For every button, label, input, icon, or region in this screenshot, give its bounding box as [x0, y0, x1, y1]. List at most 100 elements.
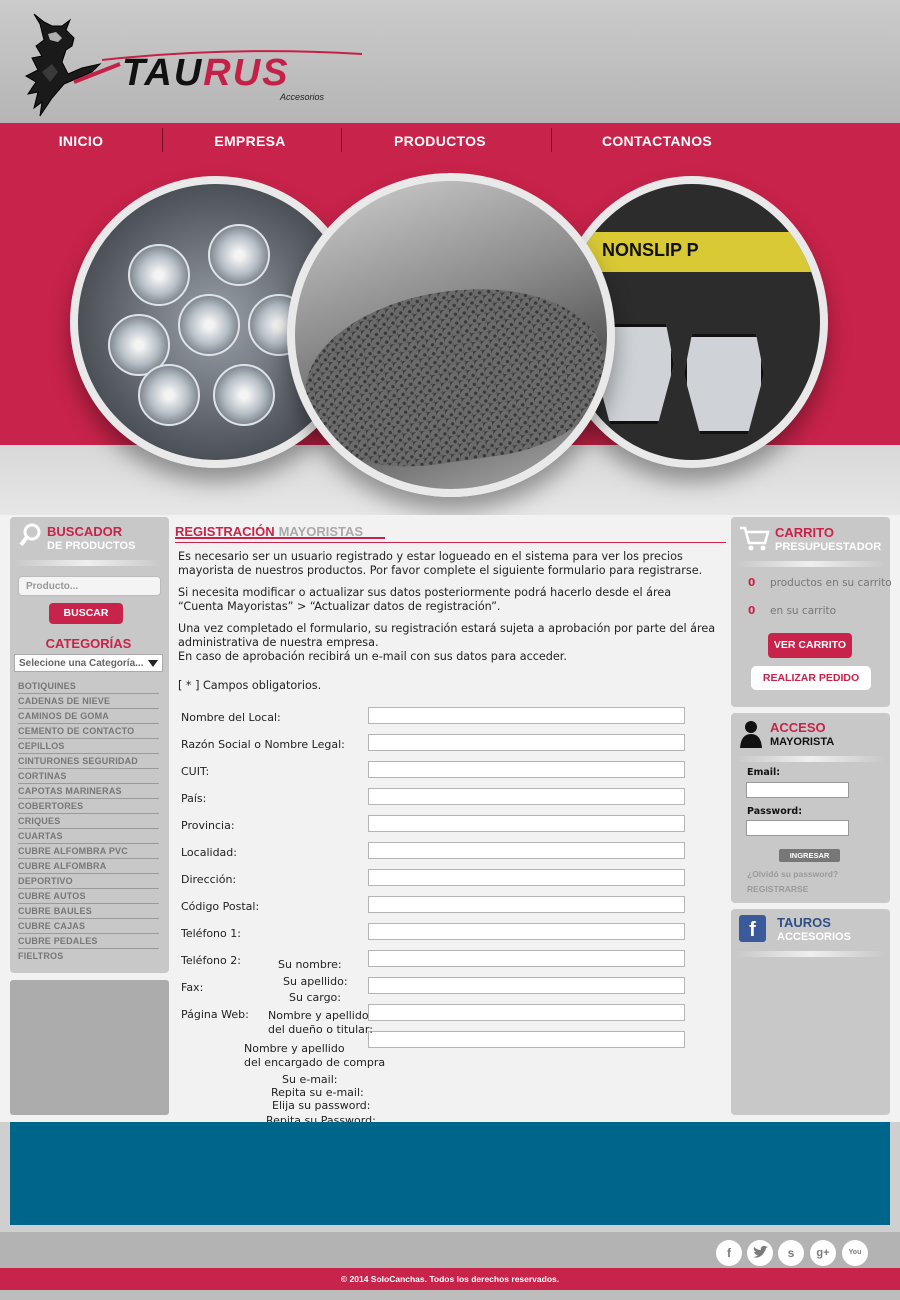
- email-paragraph: En caso de aprobación recibirá un e-mail…: [178, 650, 567, 663]
- main-nav: INICIO EMPRESA PRODUCTOS CONTACTANOS: [0, 123, 900, 157]
- category-item[interactable]: CUBRE AUTOS: [18, 889, 159, 904]
- divider: [12, 560, 162, 566]
- twitter-icon[interactable]: [747, 1240, 773, 1266]
- place-order-button[interactable]: REALIZAR PEDIDO: [751, 666, 871, 690]
- login-subtitle: MAYORISTA: [770, 736, 835, 748]
- category-item[interactable]: CAPOTAS MARINERAS: [18, 784, 159, 799]
- field-label: Fax:: [181, 981, 204, 994]
- text-input[interactable]: [368, 1031, 685, 1048]
- category-item[interactable]: DEPORTIVO: [18, 874, 159, 889]
- field-label: Nombre del Local:: [181, 711, 281, 724]
- category-item[interactable]: CINTURONES SEGURIDAD: [18, 754, 159, 769]
- facebook-icon[interactable]: f: [739, 915, 766, 942]
- divider: [735, 756, 885, 762]
- category-item[interactable]: CUBRE ALFOMBRA PVC: [18, 844, 159, 859]
- text-input[interactable]: [368, 815, 685, 832]
- facebook-icon[interactable]: f: [716, 1240, 742, 1266]
- text-input[interactable]: [368, 1004, 685, 1021]
- category-item[interactable]: CUBRE PEDALES: [18, 934, 159, 949]
- search-icon: [19, 523, 41, 547]
- text-input[interactable]: [368, 734, 685, 751]
- text-input[interactable]: [368, 842, 685, 859]
- google-plus-icon[interactable]: g+: [810, 1240, 836, 1266]
- register-link[interactable]: REGISTRARSE: [747, 884, 808, 894]
- view-cart-button[interactable]: VER CARRITO: [768, 633, 852, 658]
- cart-count: 0: [748, 577, 756, 589]
- cart-total: 0: [748, 605, 756, 617]
- nav-productos[interactable]: PRODUCTOS: [350, 123, 530, 157]
- login-password-input[interactable]: [746, 820, 849, 836]
- category-item[interactable]: CUBRE ALFOMBRA: [18, 859, 159, 874]
- category-item[interactable]: CRIQUES: [18, 814, 159, 829]
- login-submit-button[interactable]: INGRESAR: [779, 849, 840, 862]
- light-lens: [213, 364, 275, 426]
- category-item[interactable]: CEPILLOS: [18, 739, 159, 754]
- field-label: País:: [181, 792, 207, 805]
- category-item[interactable]: CORTINAS: [18, 769, 159, 784]
- category-item[interactable]: CEMENTO DE CONTACTO: [18, 724, 159, 739]
- login-title: ACCESO: [770, 720, 826, 735]
- nav-inicio[interactable]: INICIO: [20, 123, 142, 157]
- pedal-graphic: [684, 334, 764, 434]
- field-label: Código Postal:: [181, 900, 260, 913]
- extra-field-label: del encargado de compra: [244, 1056, 386, 1069]
- field-label: Razón Social o Nombre Legal:: [181, 738, 345, 751]
- chevron-down-icon: [148, 660, 158, 667]
- cart-count-label: productos en su carrito: [770, 577, 892, 589]
- product-label: NONSLIP P: [584, 232, 820, 272]
- category-item[interactable]: CUARTAS: [18, 829, 159, 844]
- title-rule: [175, 542, 726, 543]
- text-input[interactable]: [368, 788, 685, 805]
- divider: [735, 561, 885, 567]
- extra-field-label: Elija su password:: [272, 1099, 371, 1112]
- forgot-password-link[interactable]: ¿Olvidó su password?: [747, 869, 838, 879]
- extra-field-label: Repita su e-mail:: [271, 1086, 364, 1099]
- category-item[interactable]: CADENAS DE NIEVE: [18, 694, 159, 709]
- text-input[interactable]: [368, 977, 685, 994]
- facebook-title: TAUROS: [777, 915, 831, 930]
- divider: [735, 951, 885, 957]
- text-input[interactable]: [368, 761, 685, 778]
- extra-field-label: Nombre y apellido: [268, 1009, 369, 1022]
- text-input[interactable]: [368, 896, 685, 913]
- category-item[interactable]: COBERTORES: [18, 799, 159, 814]
- skype-icon[interactable]: s: [778, 1240, 804, 1266]
- youtube-icon[interactable]: You: [842, 1240, 868, 1266]
- extra-field-label: Su apellido:: [283, 975, 348, 988]
- text-input[interactable]: [368, 869, 685, 886]
- category-item[interactable]: CAMINOS DE GOMA: [18, 709, 159, 724]
- extra-field-label: Su cargo:: [289, 991, 341, 1004]
- category-item[interactable]: CUBRE CAJAS: [18, 919, 159, 934]
- header: TAURUS Accesorios: [0, 0, 900, 123]
- search-title: BUSCADOR: [47, 524, 123, 539]
- extra-field-label: Su nombre:: [278, 958, 342, 971]
- footer-bottom: [0, 1290, 900, 1300]
- category-item[interactable]: BOTIQUINES: [18, 679, 159, 694]
- text-input[interactable]: [368, 950, 685, 967]
- logo-subtitle: Accesorios: [280, 92, 325, 102]
- text-input[interactable]: [368, 923, 685, 940]
- field-label: Provincia:: [181, 819, 235, 832]
- light-lens: [208, 224, 270, 286]
- category-item[interactable]: CUBRE BAULES: [18, 904, 159, 919]
- field-label: Teléfono 2:: [181, 954, 241, 967]
- field-label: Página Web:: [181, 1008, 249, 1021]
- twitter-bird-icon: [753, 1245, 768, 1258]
- search-button[interactable]: BUSCAR: [49, 603, 123, 624]
- category-select[interactable]: Selecione una Categoría...: [14, 654, 163, 672]
- login-email-input[interactable]: [746, 782, 849, 798]
- category-select-value: Selecione una Categoría...: [19, 658, 144, 669]
- banner-image-steering-cover[interactable]: [287, 173, 615, 497]
- update-paragraph: Si necesita modificar o actualizar sus d…: [178, 586, 672, 613]
- nav-divider: [551, 128, 552, 152]
- category-item[interactable]: FIELTROS: [18, 949, 159, 964]
- light-lens: [178, 294, 240, 356]
- facebook-subtitle: ACCESORIOS: [777, 931, 851, 943]
- extra-field-label: Nombre y apellido: [244, 1042, 345, 1055]
- nav-empresa[interactable]: EMPRESA: [170, 123, 330, 157]
- text-input[interactable]: [368, 707, 685, 724]
- logo[interactable]: TAURUS Accesorios: [22, 12, 362, 118]
- bull-icon: [24, 13, 121, 117]
- search-input[interactable]: Producto...: [18, 576, 161, 596]
- nav-contactanos[interactable]: CONTACTANOS: [560, 123, 754, 157]
